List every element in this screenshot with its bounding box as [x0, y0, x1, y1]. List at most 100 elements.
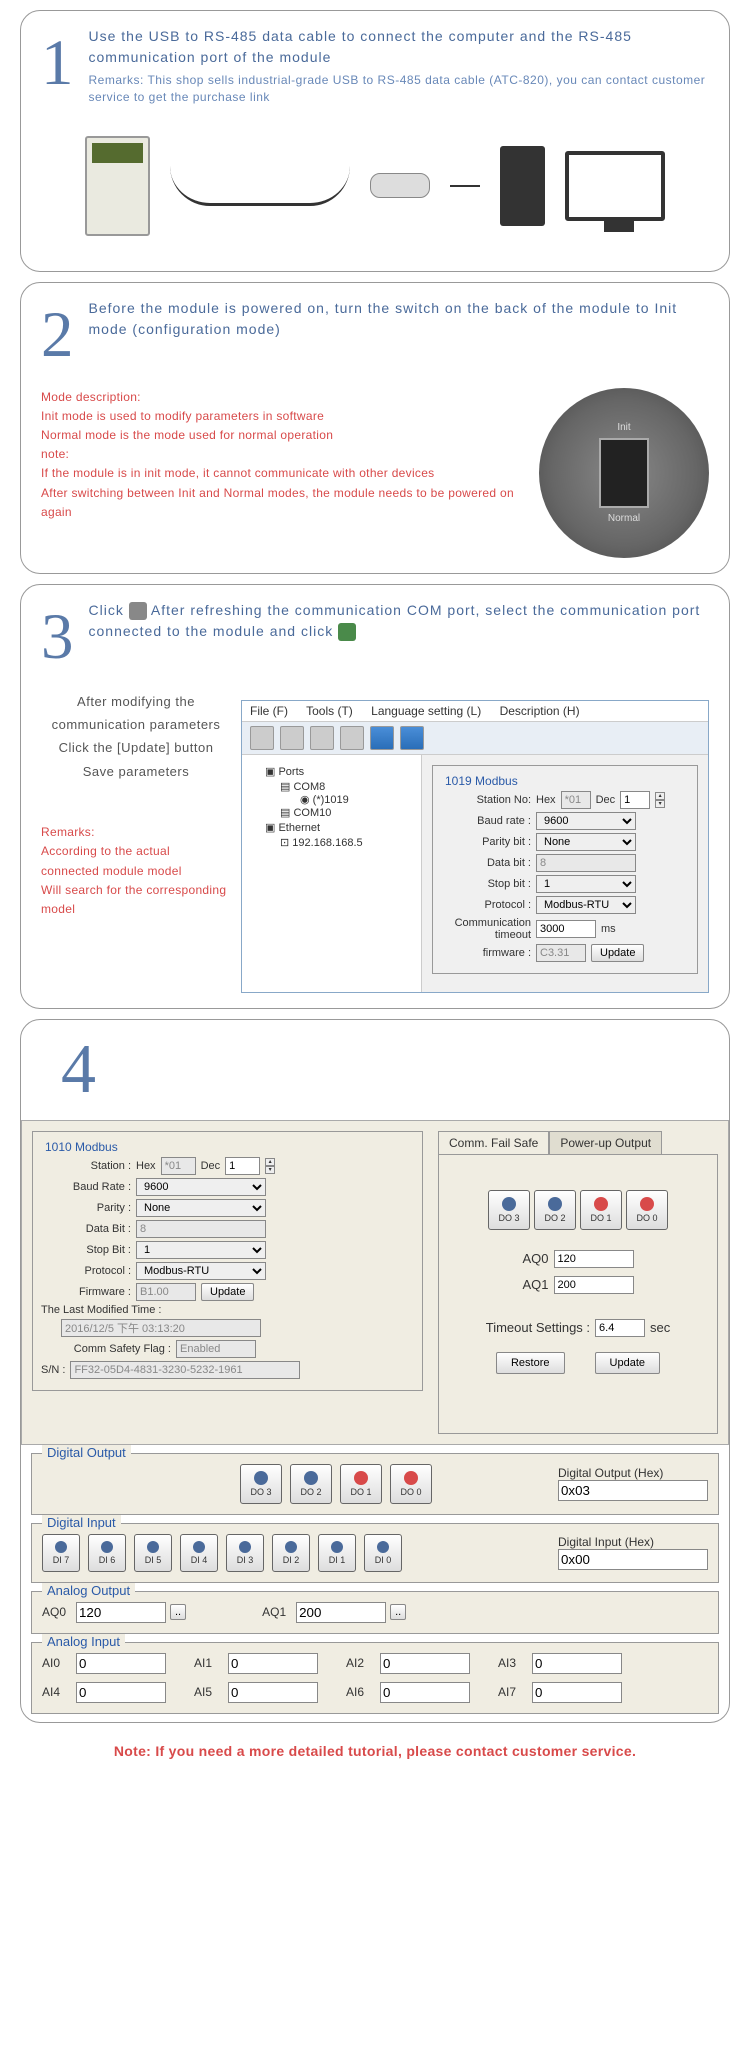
failsafe-tab-content: DO 3 DO 2 DO 1 DO 0 AQ0 AQ1 Timeout Sett… — [438, 1154, 718, 1434]
parity-select[interactable]: None — [536, 833, 636, 851]
search-icon[interactable] — [280, 726, 304, 750]
do-hex-input[interactable] — [558, 1480, 708, 1501]
station-hex-input[interactable] — [161, 1157, 196, 1175]
digital-input-section: Digital Input DI 7 DI 6 DI 5 DI 4 DI 3 D… — [31, 1523, 719, 1583]
do2-button[interactable]: DO 2 — [290, 1464, 332, 1504]
analog-output-title: Analog Output — [42, 1583, 135, 1598]
timeout-input[interactable] — [595, 1319, 645, 1337]
config-app-window: File (F) Tools (T) Language setting (L) … — [241, 700, 709, 993]
step-3-remarks: Remarks: According to the actual connect… — [41, 823, 231, 919]
switch-label-init: Init — [617, 422, 630, 433]
station-spinner[interactable]: ▴▾ — [265, 1158, 275, 1174]
restore-button[interactable]: Restore — [496, 1352, 565, 1374]
ai1-input — [228, 1653, 318, 1674]
step-2-panel: 2 Before the module is powered on, turn … — [20, 282, 730, 574]
menu-lang[interactable]: Language setting (L) — [371, 704, 481, 718]
do2-button[interactable]: DO 2 — [534, 1190, 576, 1230]
ai4-input — [76, 1682, 166, 1703]
pc-tower-icon — [500, 146, 545, 226]
tree-device[interactable]: ◉ (*)1019 — [250, 793, 413, 806]
tree-ports[interactable]: ▣ Ports — [250, 763, 413, 780]
di1-indicator: DI 1 — [318, 1534, 356, 1572]
databit-input — [536, 854, 636, 872]
menu-file[interactable]: File (F) — [250, 704, 288, 718]
aq1-input[interactable] — [296, 1602, 386, 1623]
do0-button[interactable]: DO 0 — [390, 1464, 432, 1504]
analog-output-section: Analog Output AQ0.. AQ1.. — [31, 1591, 719, 1634]
do3-button[interactable]: DO 3 — [240, 1464, 282, 1504]
menubar: File (F) Tools (T) Language setting (L) … — [242, 701, 708, 722]
aq0-input[interactable] — [554, 1250, 634, 1268]
tree-ethernet[interactable]: ▣ Ethernet — [250, 819, 413, 836]
firmware-input — [536, 944, 586, 962]
tree-com10[interactable]: ▤ COM10 — [250, 806, 413, 819]
timeout-input[interactable] — [536, 920, 596, 938]
binoculars-icon[interactable] — [310, 726, 334, 750]
aq0-browse-button[interactable]: .. — [170, 1604, 186, 1620]
step-4-panel: 4 1010 Modbus Station : Hex Dec ▴▾ Baud … — [20, 1019, 730, 1723]
digital-output-section: Digital Output DO 3 DO 2 DO 1 DO 0 Digit… — [31, 1453, 719, 1515]
baud-select[interactable]: 9600 — [536, 812, 636, 830]
menu-desc[interactable]: Description (H) — [500, 704, 580, 718]
di5-indicator: DI 5 — [134, 1534, 172, 1572]
update-button[interactable]: Update — [595, 1352, 660, 1374]
step-1-number: 1 — [41, 26, 74, 106]
step-1-panel: 1 Use the USB to RS-485 data cable to co… — [20, 10, 730, 272]
station-hex-input[interactable] — [561, 791, 591, 809]
firmware-input — [136, 1283, 196, 1301]
stopbit-select[interactable]: 1 — [136, 1241, 266, 1259]
di2-indicator: DI 2 — [272, 1534, 310, 1572]
menu-tools[interactable]: Tools (T) — [306, 704, 353, 718]
step-4-number: 4 — [61, 1030, 729, 1110]
do0-button[interactable]: DO 0 — [626, 1190, 668, 1230]
step-3-panel: 3 Click After refreshing the communicati… — [20, 584, 730, 1009]
step-3-side-note: After modifying the communication parame… — [41, 690, 231, 784]
toolbar — [242, 722, 708, 755]
stopbit-select[interactable]: 1 — [536, 875, 636, 893]
databit-input — [136, 1220, 266, 1238]
tab-powerup[interactable]: Power-up Output — [549, 1131, 662, 1154]
tree-com8[interactable]: ▤ COM8 — [250, 780, 413, 793]
protocol-select[interactable]: Modbus-RTU — [136, 1262, 266, 1280]
book-icon[interactable] — [370, 726, 394, 750]
step-2-title: Before the module is powered on, turn th… — [89, 298, 710, 373]
aq0-input[interactable] — [76, 1602, 166, 1623]
do1-button[interactable]: DO 1 — [580, 1190, 622, 1230]
ai7-input — [532, 1682, 622, 1703]
di7-indicator: DI 7 — [42, 1534, 80, 1572]
di-hex-input[interactable] — [558, 1549, 708, 1570]
aq1-browse-button[interactable]: .. — [390, 1604, 406, 1620]
digital-output-title: Digital Output — [42, 1445, 131, 1460]
aq1-input[interactable] — [554, 1276, 634, 1294]
cable-icon — [170, 166, 350, 206]
refresh-icon[interactable] — [340, 726, 364, 750]
tree-ip[interactable]: ⊡ 192.168.168.5 — [250, 836, 413, 849]
ai2-input — [380, 1653, 470, 1674]
step-3-number: 3 — [41, 600, 74, 675]
do-hex-label: Digital Output (Hex) — [558, 1466, 708, 1480]
tab-failsafe[interactable]: Comm. Fail Safe — [438, 1131, 549, 1154]
station-spinner[interactable]: ▴▾ — [655, 792, 665, 808]
do1-button[interactable]: DO 1 — [340, 1464, 382, 1504]
baud-select[interactable]: 9600 — [136, 1178, 266, 1196]
config-1019: 1019 Modbus Station No: Hex Dec ▴▾ Baud … — [432, 765, 698, 974]
sn-input — [70, 1361, 300, 1379]
switch-label-normal: Normal — [608, 513, 640, 524]
digital-input-title: Digital Input — [42, 1515, 121, 1530]
globe-icon[interactable] — [400, 726, 424, 750]
step-3-title: Click After refreshing the communication… — [89, 600, 710, 675]
di-hex-label: Digital Input (Hex) — [558, 1535, 708, 1549]
station-label: Station No: — [441, 794, 531, 806]
parity-select[interactable]: None — [136, 1199, 266, 1217]
update-button[interactable]: Update — [201, 1283, 254, 1301]
usb-connector-icon — [370, 173, 430, 198]
module-icon — [85, 136, 150, 236]
station-dec-input[interactable] — [620, 791, 650, 809]
do3-button[interactable]: DO 3 — [488, 1190, 530, 1230]
connect-icon — [338, 623, 356, 641]
station-dec-input[interactable] — [225, 1157, 260, 1175]
protocol-select[interactable]: Modbus-RTU — [536, 896, 636, 914]
lastmod-input — [61, 1319, 261, 1337]
save-icon[interactable] — [250, 726, 274, 750]
update-button[interactable]: Update — [591, 944, 644, 962]
